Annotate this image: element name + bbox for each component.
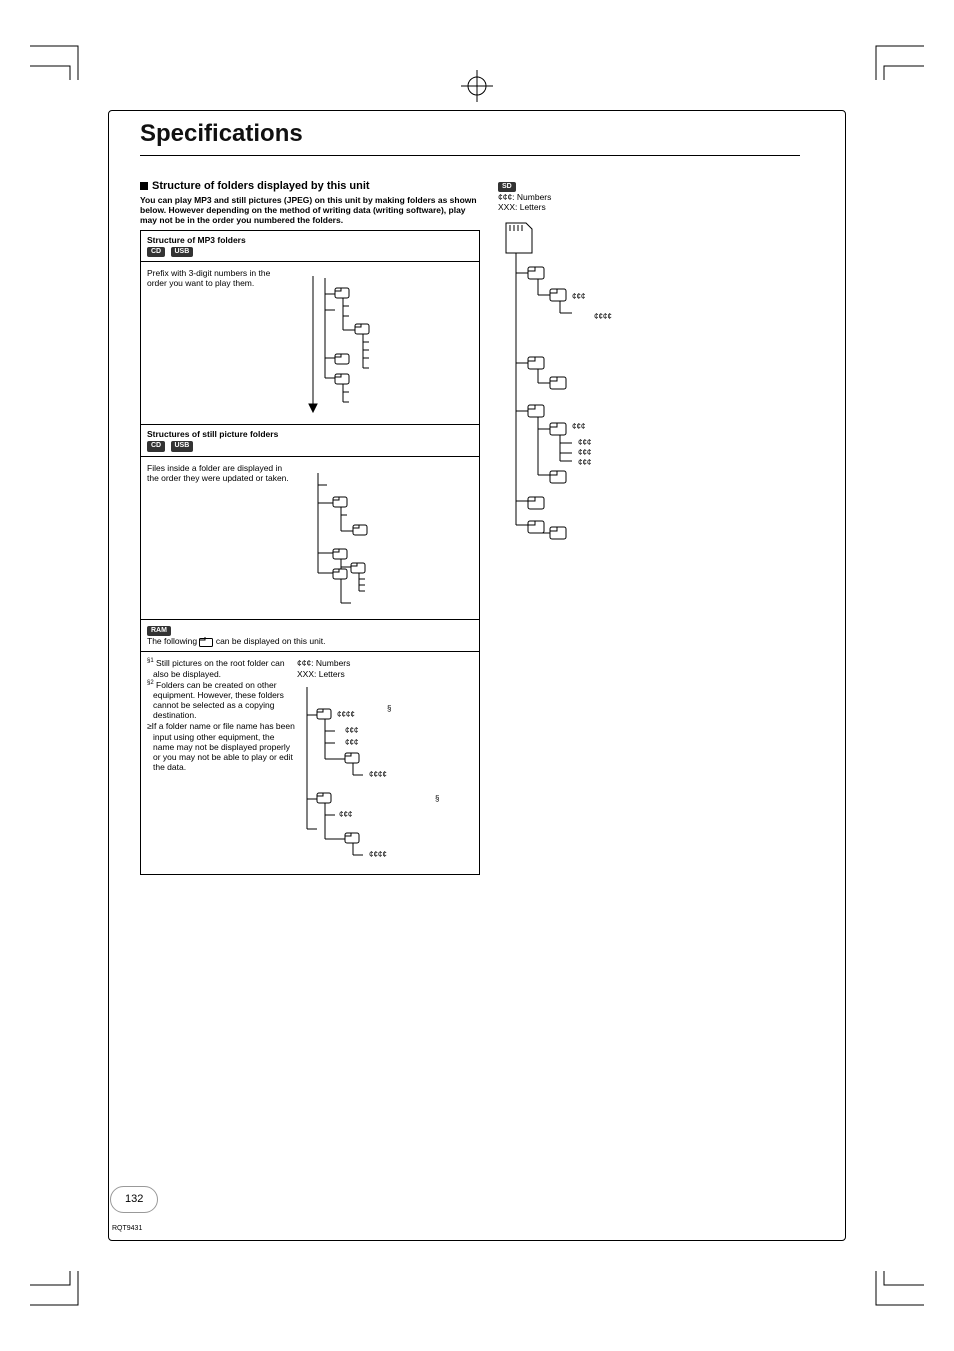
mp3-box-text: Prefix with 3-digit numbers in the order… xyxy=(147,268,293,418)
intro-text: You can play MP3 and still pictures (JPE… xyxy=(140,195,480,226)
sd-card-icon xyxy=(506,223,532,253)
section-heading: Structure of folders displayed by this u… xyxy=(140,180,480,193)
sd-legend-letters: XXX: Letters xyxy=(498,202,546,212)
svg-text:¢¢¢¢: ¢¢¢¢ xyxy=(369,850,387,859)
badge-cd: CD xyxy=(147,441,165,451)
svg-text:¢¢¢: ¢¢¢ xyxy=(572,292,585,301)
page-number: 132 xyxy=(110,1186,158,1213)
badge-cd: CD xyxy=(147,247,165,257)
svg-text:§: § xyxy=(387,704,391,713)
svg-text:¢¢¢: ¢¢¢ xyxy=(345,726,358,735)
folder-icon xyxy=(199,636,213,647)
badge-ram: RAM xyxy=(147,626,171,636)
badge-usb: USB xyxy=(171,441,194,451)
crop-mark-br xyxy=(864,1271,924,1315)
ram-intro-pre: The following xyxy=(147,636,199,646)
ram-folder-tree-diagram: ¢¢¢: Numbers XXX: Letters ¢¢¢¢ § ¢¢¢ ¢¢¢ xyxy=(297,658,473,868)
document-id: RQT9431 xyxy=(112,1225,142,1233)
ram-note-1: §1 Still pictures on the root folder can… xyxy=(147,658,297,678)
svg-text:¢¢¢: ¢¢¢ xyxy=(578,458,591,467)
still-box-text: Files inside a folder are displayed in t… xyxy=(147,463,293,613)
badge-sd: SD xyxy=(498,182,516,192)
svg-text:§: § xyxy=(435,794,439,803)
crop-mark-tr xyxy=(864,36,924,80)
svg-text:¢¢¢¢: ¢¢¢¢ xyxy=(594,312,612,321)
ram-intro-post: can be displayed on this unit. xyxy=(216,636,326,646)
ram-bullet: ≥If a folder name or file name has been … xyxy=(147,721,297,772)
still-box-title: Structures of still picture folders xyxy=(147,429,278,439)
mp3-box-title: Structure of MP3 folders xyxy=(147,235,246,245)
crop-mark-bl xyxy=(30,1271,90,1315)
badge-usb: USB xyxy=(171,247,194,257)
ram-legend-numbers: ¢¢¢: Numbers xyxy=(297,658,473,668)
ram-legend-letters: XXX: Letters xyxy=(297,669,473,679)
ram-note-2: §2 Folders can be created on other equip… xyxy=(147,680,297,721)
mp3-folders-box: Structure of MP3 folders CD USB Prefix w… xyxy=(140,230,480,876)
sd-folder-tree-diagram: ¢¢¢ ¢¢¢¢ ¢¢¢ ¢¢¢ ¢¢¢ ¢¢¢ xyxy=(498,213,728,543)
page-title: Specifications xyxy=(140,120,800,149)
title-rule xyxy=(140,155,800,156)
svg-text:¢¢¢¢: ¢¢¢¢ xyxy=(337,710,355,719)
svg-text:¢¢¢: ¢¢¢ xyxy=(578,448,591,457)
sd-legend-numbers: ¢¢¢: Numbers xyxy=(498,192,551,202)
register-mark-top xyxy=(457,66,497,108)
svg-text:¢¢¢: ¢¢¢ xyxy=(578,438,591,447)
mp3-folder-tree-diagram xyxy=(293,268,473,418)
svg-text:¢¢¢: ¢¢¢ xyxy=(339,810,352,819)
svg-text:¢¢¢: ¢¢¢ xyxy=(345,738,358,747)
crop-mark-tl xyxy=(30,36,90,80)
still-folder-tree-diagram xyxy=(293,463,473,613)
svg-text:¢¢¢: ¢¢¢ xyxy=(572,422,585,431)
svg-text:¢¢¢¢: ¢¢¢¢ xyxy=(369,770,387,779)
